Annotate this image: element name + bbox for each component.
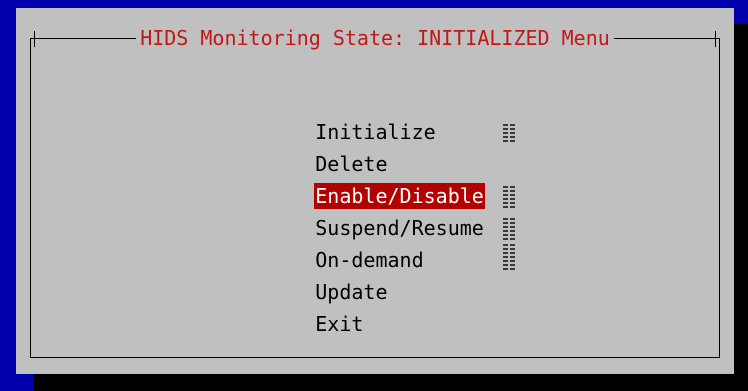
menu-item-label: Delete: [315, 152, 388, 176]
menu-item-label: Enable/Disable: [314, 183, 485, 209]
menu-item-label: On-demand: [315, 248, 424, 272]
scroll-segment: [503, 244, 515, 270]
dialog-title: HIDS Monitoring State: INITIALIZED Menu: [136, 22, 614, 54]
scroll-segment: [503, 186, 515, 208]
menu-item-initialize[interactable]: Initialize: [242, 84, 472, 144]
menu-item-label: Exit: [315, 312, 364, 336]
dialog-shadow-bottom: [34, 374, 748, 391]
menu-list: Initialize Delete Enable/Disable Suspend…: [242, 84, 485, 336]
menu-item-label: Suspend/Resume: [315, 216, 484, 240]
dialog-shadow-right: [734, 24, 748, 391]
menu-item-label: Update: [315, 280, 388, 304]
scroll-segment: [503, 122, 515, 142]
scroll-segment: [503, 218, 515, 240]
scrollbar-hatch-icon[interactable]: [503, 118, 515, 270]
menu-dialog: HIDS Monitoring State: INITIALIZED Menu …: [16, 8, 734, 374]
dialog-title-wrap: HIDS Monitoring State: INITIALIZED Menu: [16, 22, 734, 56]
menu-item-label: Initialize: [315, 120, 436, 144]
